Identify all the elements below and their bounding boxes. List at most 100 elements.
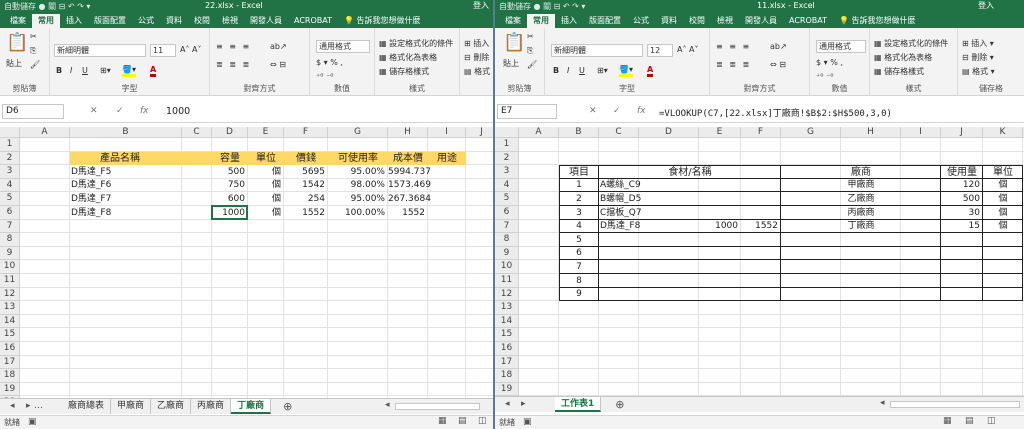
row-header[interactable]: 15 — [0, 328, 20, 342]
row-header[interactable]: 15 — [495, 328, 519, 342]
column-header[interactable]: C — [182, 127, 212, 138]
item-cell[interactable]: 1 — [559, 179, 599, 192]
price-cell[interactable]: 254 — [284, 193, 325, 206]
row-header[interactable]: 1 — [495, 138, 519, 152]
sheet-tab-4[interactable]: 丁廠商 — [231, 399, 272, 414]
name-box[interactable]: E7 — [497, 104, 557, 119]
cut-icon[interactable]: ✂ — [30, 32, 37, 41]
capacity-cell[interactable]: 600 — [212, 193, 245, 206]
row-header[interactable]: 11 — [0, 274, 20, 288]
row-header[interactable]: 16 — [495, 342, 519, 356]
font-name-select[interactable]: 新細明體 — [54, 44, 146, 57]
row-header[interactable]: 12 — [0, 287, 20, 302]
login-link[interactable]: 登入 — [473, 0, 489, 11]
f-cell[interactable] — [741, 247, 778, 260]
e-cell[interactable] — [699, 247, 738, 260]
grow-font-icon[interactable]: A˄ A˅ — [677, 45, 699, 54]
ribbon-tab-9[interactable]: ACROBAT — [783, 14, 833, 28]
unit-cell[interactable] — [983, 275, 1023, 288]
header-unit[interactable]: 單位 — [983, 166, 1023, 179]
sheet-tab-1[interactable]: 甲廠商 — [111, 399, 152, 414]
worksheet-grid[interactable]: ABCDEFGHIJ123456789101112131415161718192… — [0, 127, 493, 429]
copy-icon[interactable]: ⎘ — [527, 46, 533, 56]
row-header[interactable]: 13 — [0, 301, 20, 315]
usage-cell[interactable]: 120 — [941, 179, 980, 192]
decimal-icon[interactable]: ⁺⁰ ⁻⁰ — [316, 72, 333, 81]
header-cell-f[interactable]: 價錢 — [286, 152, 326, 165]
paste-icon[interactable]: 📋 — [6, 32, 28, 53]
quick-access-toolbar[interactable]: 自動儲存 ● 關 ⊟ ↶ ↷ ▾ — [4, 1, 90, 12]
column-header[interactable]: K — [983, 127, 1023, 138]
vendor-cell[interactable]: 乙廠商 — [781, 193, 941, 206]
item-cell[interactable]: 3 — [559, 207, 599, 220]
row-header[interactable]: 17 — [0, 355, 20, 370]
cost-price-cell[interactable]: 267.3684 — [388, 193, 431, 206]
select-all-corner[interactable] — [495, 127, 519, 138]
decimal-icon[interactable]: ⁺⁰ ⁻⁰ — [816, 72, 833, 81]
row-header[interactable]: 6 — [495, 206, 519, 220]
italic-button[interactable]: I — [70, 66, 72, 75]
row-header[interactable]: 4 — [495, 178, 519, 193]
cost-price-cell[interactable]: 1573.469 — [388, 179, 431, 192]
cell-styles-button[interactable]: ▦ 儲存格樣式 — [379, 66, 429, 77]
row-header[interactable]: 9 — [495, 246, 519, 261]
conditional-format-button[interactable]: ▦ 設定格式化的條件 — [874, 38, 948, 49]
fill-color-icon[interactable]: 🪣▾ — [619, 65, 633, 77]
row-header[interactable]: 3 — [0, 165, 20, 179]
column-header[interactable]: F — [284, 127, 328, 138]
ribbon-tab-6[interactable]: 校閱 — [683, 14, 711, 28]
column-header[interactable]: B — [70, 127, 182, 138]
price-cell[interactable]: 1542 — [284, 179, 325, 192]
row-header[interactable]: 11 — [495, 274, 519, 288]
italic-button[interactable]: I — [567, 66, 569, 75]
row-header[interactable]: 1 — [0, 138, 20, 152]
orientation-icon[interactable]: ab↗ — [270, 42, 287, 51]
capacity-cell[interactable]: 500 — [212, 166, 245, 179]
header-vendor[interactable]: 廠商 — [781, 166, 941, 179]
ribbon-tab-2[interactable]: 插入 — [555, 14, 583, 28]
vendor-cell[interactable]: 丁廠商 — [781, 220, 941, 233]
header-cell-d[interactable]: 容量 — [214, 152, 246, 165]
item-cell[interactable]: 5 — [559, 234, 599, 247]
ribbon-tab-8[interactable]: 開發人員 — [244, 14, 288, 28]
font-color-icon[interactable]: A — [647, 65, 654, 77]
header-item[interactable]: 項目 — [559, 166, 599, 179]
column-header[interactable]: G — [781, 127, 841, 138]
item-cell[interactable]: 7 — [559, 261, 599, 274]
merge-icon[interactable]: ⇔ ⊟ — [270, 60, 286, 69]
e-cell[interactable]: 1000 — [699, 220, 738, 233]
row-header[interactable]: 12 — [495, 287, 519, 302]
insert-button[interactable]: ⊞ 插入 — [464, 38, 489, 49]
add-sheet-icon[interactable]: ⊕ — [615, 398, 624, 411]
row-header[interactable]: 9 — [0, 246, 20, 261]
paste-button[interactable]: 貼上 — [6, 58, 22, 69]
name-cell[interactable]: D馬達_F8 — [600, 220, 640, 233]
unit-cell[interactable]: 個 — [983, 207, 1023, 220]
ribbon-tab-10[interactable]: 💡 告訴我您想做什麼 — [833, 14, 922, 28]
cost-price-cell[interactable]: 5994.737 — [388, 166, 431, 179]
ribbon-tab-5[interactable]: 資料 — [160, 14, 188, 28]
row-header[interactable]: 14 — [495, 314, 519, 329]
row-header[interactable]: 10 — [495, 260, 519, 274]
orientation-icon[interactable]: ab↗ — [770, 42, 787, 51]
ribbon-tab-7[interactable]: 檢視 — [216, 14, 244, 28]
unit-cell[interactable]: 個 — [248, 166, 281, 179]
page-layout-icon[interactable]: ▤ — [965, 416, 974, 426]
row-header[interactable]: 18 — [495, 369, 519, 383]
underline-button[interactable]: U — [82, 66, 88, 75]
font-name-select[interactable]: 新細明體 — [551, 44, 643, 57]
header-cell-b[interactable]: 產品名稱 — [100, 152, 140, 165]
vendor-cell[interactable] — [781, 288, 941, 301]
usage-cell[interactable] — [941, 288, 980, 301]
font-size-select[interactable]: 11 — [150, 44, 176, 57]
ribbon-tab-3[interactable]: 版面配置 — [583, 14, 627, 28]
cut-icon[interactable]: ✂ — [527, 32, 534, 41]
column-header[interactable]: A — [519, 127, 559, 138]
header-cell-e[interactable]: 單位 — [250, 152, 282, 165]
row-header[interactable]: 17 — [495, 355, 519, 370]
f-cell[interactable] — [741, 288, 778, 301]
row-header[interactable]: 7 — [0, 219, 20, 234]
column-header[interactable]: A — [20, 127, 70, 138]
column-header[interactable]: H — [841, 127, 901, 138]
unit-cell[interactable] — [983, 247, 1023, 260]
